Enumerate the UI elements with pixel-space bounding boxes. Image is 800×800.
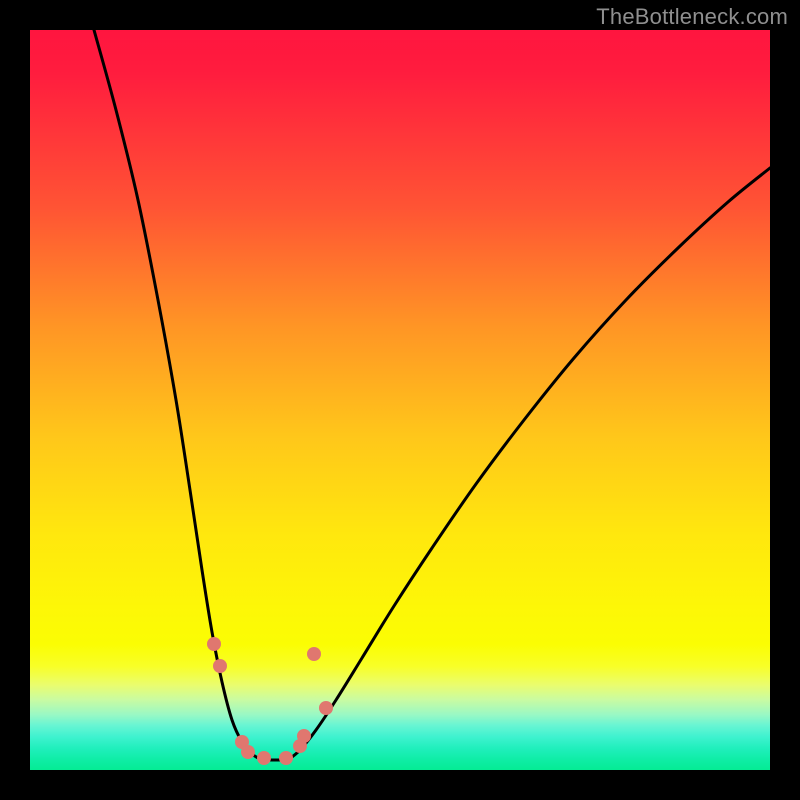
watermark-text: TheBottleneck.com	[596, 4, 788, 30]
plot-area	[30, 30, 770, 770]
gradient-background	[30, 30, 770, 770]
chart-frame: TheBottleneck.com	[0, 0, 800, 800]
